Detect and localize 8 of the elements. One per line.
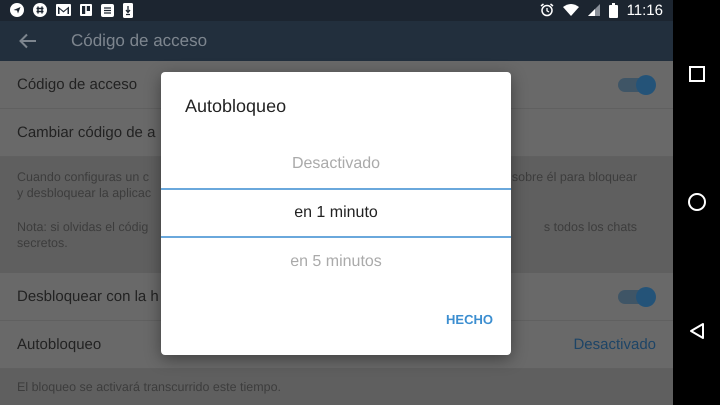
dialog-title: Autobloqueo — [184, 95, 288, 118]
app-bar-title: Código de acceso — [71, 30, 208, 51]
status-time: 11:16 — [626, 2, 663, 19]
setting-label: Cambiar código de a — [17, 124, 156, 141]
setting-value: Desactivado — [573, 336, 656, 353]
setting-label: Autobloqueo — [17, 336, 102, 353]
setting-label: Desbloquear con la h — [17, 288, 159, 305]
setting-label: Código de acceso — [17, 76, 138, 93]
